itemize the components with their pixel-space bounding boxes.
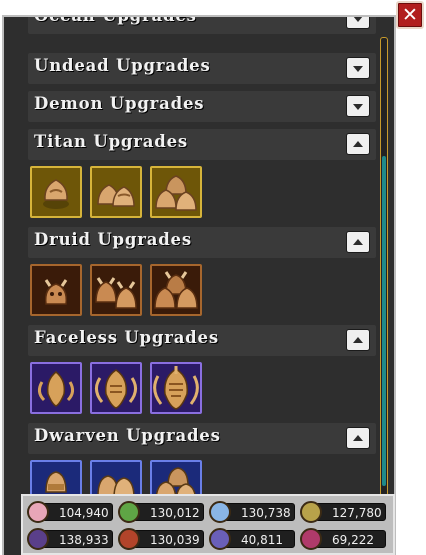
upgrade-tile-druid-1[interactable] <box>30 264 82 316</box>
chevron-up-icon <box>353 435 363 441</box>
expand-button-ocean[interactable] <box>346 17 370 29</box>
section-header-druid[interactable]: Druid Upgrades <box>28 227 376 258</box>
close-button[interactable]: ✕ <box>396 1 424 29</box>
collapse-button-druid[interactable] <box>346 231 370 253</box>
coin-resource-icon <box>300 501 322 523</box>
druid-two-icon <box>95 277 137 309</box>
section-title-ocean: Ocean Upgrades <box>34 15 197 25</box>
resource-value: 130,738 <box>241 506 291 520</box>
section-header-undead[interactable]: Undead Upgrades <box>28 53 376 84</box>
faceless-one-icon <box>37 371 75 407</box>
resource-value: 127,780 <box>332 506 382 520</box>
collapse-button-dwarven[interactable] <box>346 427 370 449</box>
resource-wizard: 138,933 <box>27 528 113 550</box>
chevron-up-icon <box>353 337 363 343</box>
upgrade-tile-faceless-2[interactable] <box>90 362 142 414</box>
resource-value: 104,940 <box>59 506 109 520</box>
resource-value: 130,039 <box>150 533 200 547</box>
resource-bar: 104,940 130,012 130,738 127,780 138,933 … <box>21 494 395 555</box>
section-title-druid: Druid Upgrades <box>34 230 192 249</box>
titan-three-icon <box>155 175 197 211</box>
titan-one-icon <box>43 179 69 209</box>
resource-value: 130,012 <box>150 506 200 520</box>
resource-faceless: 69,222 <box>300 528 386 550</box>
resource-value: 69,222 <box>332 533 374 547</box>
upgrade-tile-druid-3[interactable] <box>150 264 202 316</box>
chevron-down-icon <box>353 17 363 22</box>
scrollbar-track[interactable] <box>380 37 388 515</box>
collapse-button-titan[interactable] <box>346 133 370 155</box>
druid-three-icon <box>154 271 198 309</box>
angel-resource-icon <box>27 501 49 523</box>
section-title-faceless: Faceless Upgrades <box>34 328 219 347</box>
druid-one-icon <box>44 279 68 305</box>
resource-value: 40,811 <box>241 533 283 547</box>
section-title-titan: Titan Upgrades <box>34 132 188 151</box>
upgrades-scroll-area[interactable]: Ocean Upgrades Undead Upgrades Demon Upg… <box>4 17 394 555</box>
upgrade-tile-druid-2[interactable] <box>90 264 142 316</box>
section-header-faceless[interactable]: Faceless Upgrades <box>28 325 376 356</box>
scrollbar-thumb[interactable] <box>382 156 386 486</box>
upgrade-tile-titan-1[interactable] <box>30 166 82 218</box>
section-title-undead: Undead Upgrades <box>34 56 211 75</box>
upgrade-tile-faceless-3[interactable] <box>150 362 202 414</box>
section-header-titan[interactable]: Titan Upgrades <box>28 129 376 160</box>
resource-goblin: 130,012 <box>118 501 204 523</box>
resource-angel: 104,940 <box>27 501 113 523</box>
upgrades-panel: Ocean Upgrades Undead Upgrades Demon Upg… <box>2 15 396 555</box>
upgrade-tile-titan-3[interactable] <box>150 166 202 218</box>
expand-button-demon[interactable] <box>346 95 370 117</box>
faceless-two-icon <box>95 369 137 409</box>
close-icon: ✕ <box>402 4 418 26</box>
demon-resource-icon <box>118 528 140 550</box>
skull-resource-icon <box>209 501 231 523</box>
upgrade-tile-faceless-1[interactable] <box>30 362 82 414</box>
chevron-up-icon <box>353 141 363 147</box>
resource-demon: 130,039 <box>118 528 204 550</box>
faceless-resource-icon <box>300 528 322 550</box>
section-title-dwarven: Dwarven Upgrades <box>34 426 221 445</box>
goblin-resource-icon <box>118 501 140 523</box>
chevron-down-icon <box>353 104 363 110</box>
section-title-demon: Demon Upgrades <box>34 94 205 113</box>
upgrade-tile-titan-2[interactable] <box>90 166 142 218</box>
resource-coin: 127,780 <box>300 501 386 523</box>
section-header-demon[interactable]: Demon Upgrades <box>28 91 376 122</box>
expand-button-undead[interactable] <box>346 57 370 79</box>
titan-two-icon <box>97 184 135 207</box>
resource-value: 138,933 <box>59 533 109 547</box>
chevron-up-icon <box>353 239 363 245</box>
section-header-dwarven[interactable]: Dwarven Upgrades <box>28 423 376 454</box>
titan-resource-icon <box>209 528 231 550</box>
chevron-down-icon <box>353 66 363 72</box>
section-header-ocean[interactable]: Ocean Upgrades <box>28 15 376 34</box>
resource-skull: 130,738 <box>209 501 295 523</box>
wizard-resource-icon <box>27 528 49 550</box>
resource-titan: 40,811 <box>209 528 295 550</box>
collapse-button-faceless[interactable] <box>346 329 370 351</box>
faceless-three-icon <box>153 366 199 410</box>
